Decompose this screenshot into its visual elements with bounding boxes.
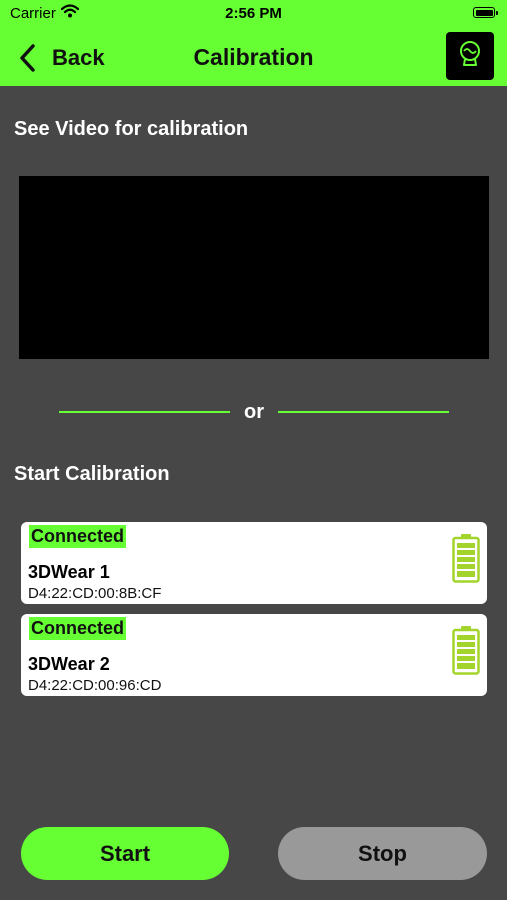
device-mac-address: D4:22:CD:00:8B:CF	[28, 585, 162, 602]
device-card[interactable]: Connected 3DWear 2 D4:22:CD:00:96:CD	[21, 614, 487, 696]
device-name: 3DWear 1	[28, 562, 110, 582]
app-logo-icon	[458, 40, 482, 73]
start-button[interactable]: Start	[21, 827, 229, 880]
device-mac-address: D4:22:CD:00:96:CD	[28, 677, 162, 694]
status-bar: Carrier 2:56 PM	[0, 0, 507, 28]
status-battery-icon	[473, 7, 498, 18]
device-status-badge: Connected	[29, 525, 127, 548]
divider-line-right	[278, 411, 449, 413]
or-label: or	[244, 401, 264, 423]
navigation-bar: Back Calibration	[0, 28, 507, 86]
status-time: 2:56 PM	[225, 5, 282, 22]
divider-line-left	[59, 411, 230, 413]
page-title: Calibration	[193, 44, 314, 70]
calibration-video-player[interactable]	[19, 176, 489, 359]
app-logo-button[interactable]	[446, 32, 494, 80]
device-name: 3DWear 2	[28, 654, 110, 674]
device-status-badge: Connected	[29, 617, 127, 640]
calibration-section-title: Start Calibration	[14, 463, 170, 485]
stop-button[interactable]: Stop	[278, 827, 487, 880]
top-bar: Carrier 2:56 PM Back Calibration	[0, 0, 507, 86]
battery-full-icon	[452, 533, 480, 588]
device-card[interactable]: Connected 3DWear 1 D4:22:CD:00:8B:CF	[21, 522, 487, 604]
video-section-title: See Video for calibration	[14, 118, 249, 140]
battery-full-icon	[452, 625, 480, 680]
